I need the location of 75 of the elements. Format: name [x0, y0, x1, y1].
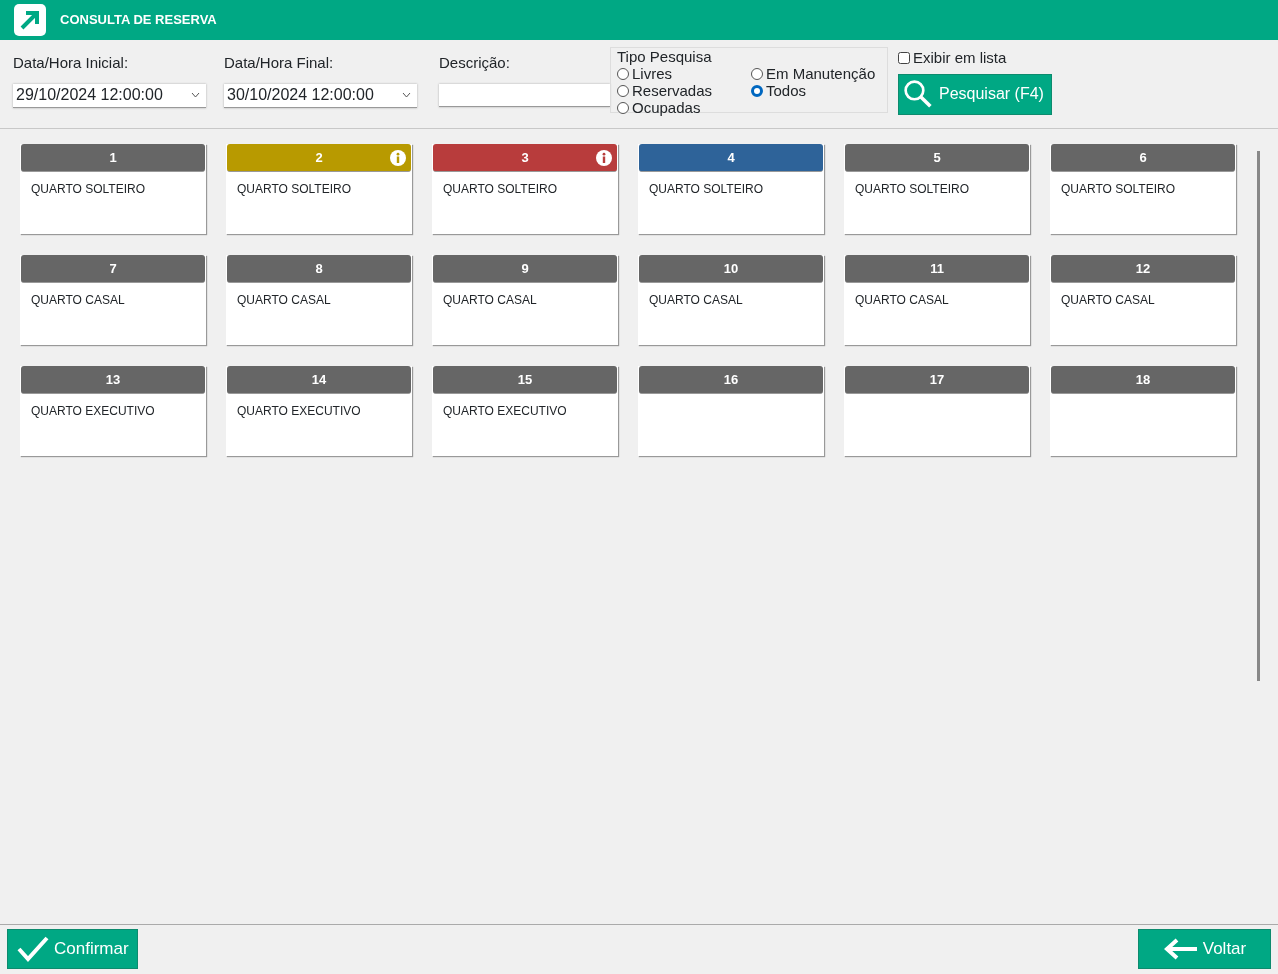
- checkbox-label: Exibir em lista: [913, 48, 1007, 68]
- search-icon: [903, 79, 933, 109]
- room-number: 5: [933, 148, 941, 167]
- room-card[interactable]: 5 QUARTO SOLTEIRO: [844, 144, 1030, 234]
- room-number: 11: [930, 259, 944, 278]
- room-card[interactable]: 2 QUARTO SOLTEIRO: [226, 144, 412, 234]
- info-icon[interactable]: [390, 150, 406, 166]
- chevron-down-icon: [191, 92, 200, 98]
- room-number: 1: [109, 148, 117, 167]
- room-card[interactable]: 13 QUARTO EXECUTIVO: [20, 366, 206, 456]
- room-card[interactable]: 15 QUARTO EXECUTIVO: [432, 366, 618, 456]
- room-type: QUARTO SOLTEIRO: [1060, 181, 1177, 198]
- room-type: QUARTO SOLTEIRO: [854, 181, 971, 198]
- room-card[interactable]: 6 QUARTO SOLTEIRO: [1050, 144, 1236, 234]
- scrollbar[interactable]: [1257, 151, 1260, 681]
- group-title: Tipo Pesquisa: [617, 48, 713, 65]
- room-card[interactable]: 8 QUARTO CASAL: [226, 255, 412, 345]
- room-card[interactable]: 14 QUARTO EXECUTIVO: [226, 366, 412, 456]
- room-type: QUARTO EXECUTIVO: [442, 403, 568, 420]
- room-card[interactable]: 16: [638, 366, 824, 456]
- window-title: CONSULTA DE RESERVA: [60, 11, 217, 30]
- room-number: 7: [109, 259, 117, 278]
- room-type: QUARTO CASAL: [30, 292, 126, 309]
- room-type: QUARTO CASAL: [236, 292, 332, 309]
- chevron-down-icon: [402, 92, 411, 98]
- room-card[interactable]: 4 QUARTO SOLTEIRO: [638, 144, 824, 234]
- room-number: 6: [1139, 148, 1147, 167]
- room-type: QUARTO CASAL: [442, 292, 538, 309]
- room-number: 16: [723, 370, 739, 389]
- room-number: 17: [929, 370, 945, 389]
- room-number: 10: [723, 259, 739, 278]
- date-picker[interactable]: 30/10/2024 12:00:00: [224, 83, 417, 108]
- arrow-left-icon: [1162, 937, 1199, 961]
- room-number: 12: [1135, 259, 1151, 278]
- checkmark-icon: [16, 934, 50, 964]
- room-type: QUARTO EXECUTIVO: [236, 403, 362, 420]
- checkbox[interactable]: [898, 52, 910, 65]
- room-card[interactable]: 12 QUARTO CASAL: [1050, 255, 1236, 345]
- room-type: QUARTO SOLTEIRO: [30, 181, 147, 198]
- field-label: Descrição:: [439, 53, 511, 73]
- room-type: QUARTO CASAL: [648, 292, 744, 309]
- radio-option[interactable]: Livres: [617, 65, 751, 82]
- radio-option[interactable]: Ocupadas: [617, 99, 751, 116]
- room-number: 3: [521, 148, 529, 167]
- room-number: 9: [521, 259, 529, 278]
- radio-option[interactable]: Em Manutenção: [751, 65, 881, 82]
- room-type: QUARTO SOLTEIRO: [236, 181, 353, 198]
- room-type: QUARTO CASAL: [854, 292, 950, 309]
- room-type: QUARTO SOLTEIRO: [648, 181, 765, 198]
- room-number: 18: [1135, 370, 1151, 389]
- room-card[interactable]: 18: [1050, 366, 1236, 456]
- room-card[interactable]: 9 QUARTO CASAL: [432, 255, 618, 345]
- room-card[interactable]: 7 QUARTO CASAL: [20, 255, 206, 345]
- room-card[interactable]: 11 QUARTO CASAL: [844, 255, 1030, 345]
- room-card[interactable]: 1 QUARTO SOLTEIRO: [20, 144, 206, 234]
- room-number: 15: [517, 370, 533, 389]
- field-label: Data/Hora Final:: [224, 53, 335, 73]
- room-card[interactable]: 17: [844, 366, 1030, 456]
- room-type: QUARTO EXECUTIVO: [30, 403, 156, 420]
- logo-icon: [14, 4, 46, 36]
- room-card[interactable]: 10 QUARTO CASAL: [638, 255, 824, 345]
- field-label: Data/Hora Inicial:: [13, 53, 130, 73]
- room-number: 13: [105, 370, 121, 389]
- room-card[interactable]: 3 QUARTO SOLTEIRO: [432, 144, 618, 234]
- description-field[interactable]: [439, 83, 610, 107]
- date-picker[interactable]: 29/10/2024 12:00:00: [13, 83, 206, 108]
- radio-option[interactable]: Todos: [751, 82, 881, 99]
- room-number: 8: [315, 259, 323, 278]
- room-type: QUARTO SOLTEIRO: [442, 181, 559, 198]
- room-number: 14: [311, 370, 327, 389]
- room-number: 4: [727, 148, 735, 167]
- radio-option[interactable]: Reservadas: [617, 82, 751, 99]
- info-icon[interactable]: [596, 150, 612, 166]
- room-number: 2: [315, 148, 323, 167]
- room-type: QUARTO CASAL: [1060, 292, 1156, 309]
